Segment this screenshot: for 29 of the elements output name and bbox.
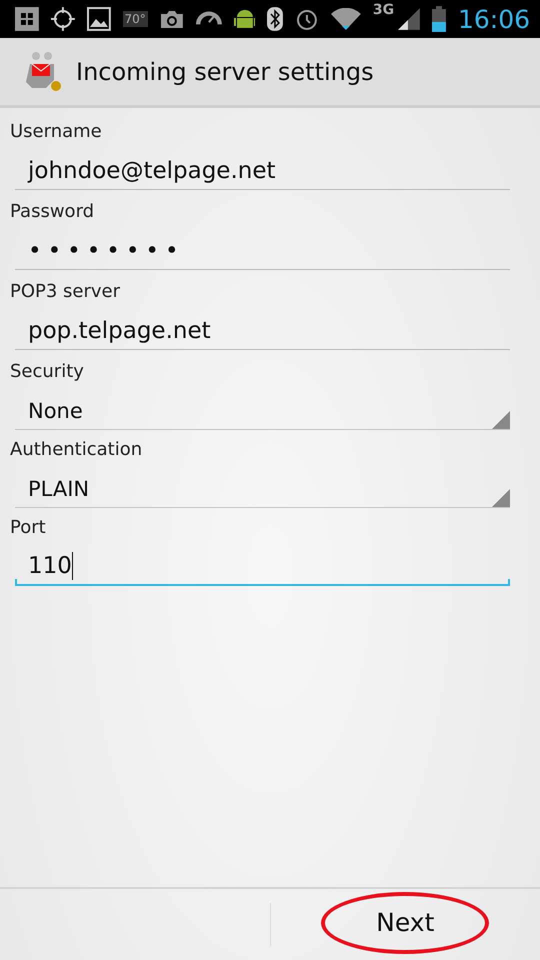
input-field[interactable]: pop.telpage.net [15,312,510,350]
clock-time: 16:06 [458,4,530,34]
crosshair-icon [50,7,75,31]
screen-title: Incoming server settings [76,58,374,86]
dropdown-field[interactable]: PLAIN [15,470,510,508]
dropdown-field[interactable]: None [15,392,510,430]
apps-icon [15,7,39,31]
next-button[interactable]: Next [270,889,540,960]
dropdown-arrow-icon [492,411,510,429]
network-type-text: 3G [372,2,394,18]
field-label: Authentication [10,438,144,462]
input-field[interactable]: johndoe@telpage.net [15,152,510,190]
password-field[interactable]: •••••••• [15,232,510,270]
bluetooth-icon [267,7,284,31]
text-cursor [72,552,74,580]
battery-icon [432,6,446,32]
signal-icon [398,8,420,30]
field-label: Security [10,360,85,384]
temperature-text: 70° [122,11,148,27]
field-label: Password [10,200,96,224]
dropdown-arrow-icon [492,489,510,507]
input-field[interactable]: 110 [15,548,510,586]
field-label: Port [10,516,47,540]
camera-icon [160,9,184,29]
alarm-icon [295,7,320,31]
field-label: POP3 server [10,280,122,304]
field-label: Username [10,120,103,144]
wifi-icon [331,8,361,30]
image-icon [86,7,111,31]
